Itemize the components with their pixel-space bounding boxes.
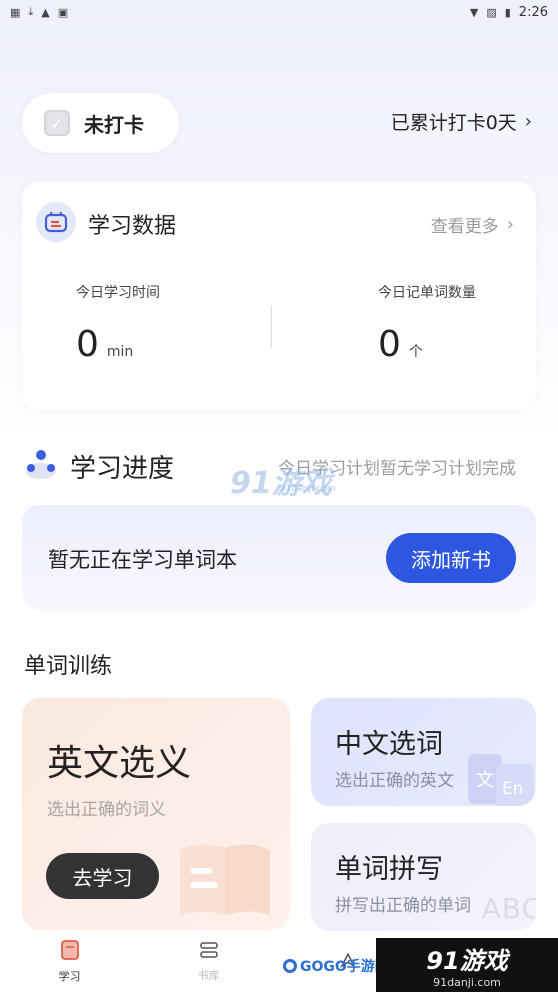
study-data-card: 学习数据 查看更多 › 今日学习时间 0 min 今日记单词数量 0 个 <box>22 182 536 410</box>
today-words-label: 今日记单词数量 <box>378 285 476 301</box>
open-book-icon <box>170 830 280 920</box>
chinese-choice-title: 中文选词 <box>335 729 443 760</box>
watermark-gogo: GOGO手游网 <box>283 956 389 976</box>
status-bar: ▦ ⤓ ▲ ▣ ▼ ▨ ▮ 2:26 <box>0 0 558 24</box>
watermark-badge: 91游戏 91danji.com <box>376 938 558 992</box>
watermark-91-url: 91danji.com <box>280 484 336 494</box>
gogo-logo-icon <box>283 959 297 973</box>
translate-icon: 文 En <box>466 746 536 806</box>
nav-label-study: 学习 <box>58 970 81 983</box>
see-more-label: 查看更多 <box>430 217 499 237</box>
battery-icon: ▮ <box>504 5 511 19</box>
chevron-right-icon: › <box>506 214 514 235</box>
status-right: ▼ ▨ ▮ 2:26 <box>470 5 548 20</box>
checkin-total-link[interactable]: 已累计打卡0天 › <box>391 108 532 135</box>
chinese-choice-card[interactable]: 中文选词 选出正确的英文 文 En <box>311 698 536 806</box>
checkin-total-label: 已累计打卡0天 <box>390 112 517 134</box>
translate-en-glyph: En <box>502 779 524 799</box>
no-book-text: 暂无正在学习单词本 <box>48 548 237 572</box>
watermark-badge-main: 91游戏 <box>426 947 508 975</box>
today-words-unit: 个 <box>408 344 423 360</box>
translate-cn-glyph: 文 <box>476 770 494 791</box>
watermark-91-logo: 91游戏 <box>230 466 332 501</box>
watermark-badge-sub: 91danji.com <box>433 976 501 989</box>
status-time: 2:26 <box>518 4 548 20</box>
training-heading: 单词训练 <box>24 654 113 679</box>
book-icon <box>60 940 79 964</box>
progress-title: 学习进度 <box>70 454 175 484</box>
notification-icon: ▦ <box>10 5 21 19</box>
wifi-icon: ▼ <box>469 5 479 19</box>
nav-item-study[interactable]: 学习 <box>0 932 139 992</box>
app-icon: ▣ <box>57 5 69 19</box>
nav-item-library[interactable]: 书库 <box>139 932 278 992</box>
calendar-icon <box>36 202 76 242</box>
chevron-right-icon: › <box>524 111 532 132</box>
chinese-choice-subtitle: 选出正确的英文 <box>335 771 454 791</box>
english-choice-title: 英文选义 <box>47 743 192 784</box>
spelling-title: 单词拼写 <box>335 854 443 885</box>
checkin-status-label: 未打卡 <box>84 112 144 137</box>
stat-divider <box>271 306 272 348</box>
status-left: ▦ ⤓ ▲ ▣ <box>10 5 68 19</box>
english-choice-subtitle: 选出正确的词义 <box>47 800 166 820</box>
nav-label-library: 书库 <box>197 969 220 982</box>
library-icon <box>199 941 218 963</box>
abc-icon: ABC <box>481 892 536 925</box>
progress-card: 暂无正在学习单词本 添加新书 <box>22 505 536 611</box>
study-data-title: 学习数据 <box>88 214 177 239</box>
today-time-value: 0 <box>76 324 99 365</box>
go-study-button[interactable]: 去学习 <box>46 853 159 899</box>
warning-icon: ▲ <box>41 5 50 19</box>
today-words-stat: 0 个 <box>378 324 423 365</box>
checkin-button[interactable]: ✓ 未打卡 <box>22 93 179 153</box>
today-words-value: 0 <box>378 324 401 365</box>
today-time-label: 今日学习时间 <box>76 285 160 301</box>
progress-icon <box>24 447 58 481</box>
spelling-card[interactable]: 单词拼写 拼写出正确的单词 ABC <box>311 823 536 931</box>
add-book-button[interactable]: 添加新书 <box>386 533 516 583</box>
today-time-stat: 0 min <box>76 324 133 365</box>
download-icon: ⤓ <box>28 5 34 18</box>
no-sim-icon: ▨ <box>486 5 497 19</box>
checkbox-icon: ✓ <box>44 110 70 136</box>
spelling-subtitle: 拼写出正确的单词 <box>335 896 471 916</box>
today-time-unit: min <box>106 344 134 360</box>
english-choice-card[interactable]: 英文选义 选出正确的词义 去学习 <box>22 698 290 930</box>
see-more-link[interactable]: 查看更多 › <box>431 212 514 237</box>
